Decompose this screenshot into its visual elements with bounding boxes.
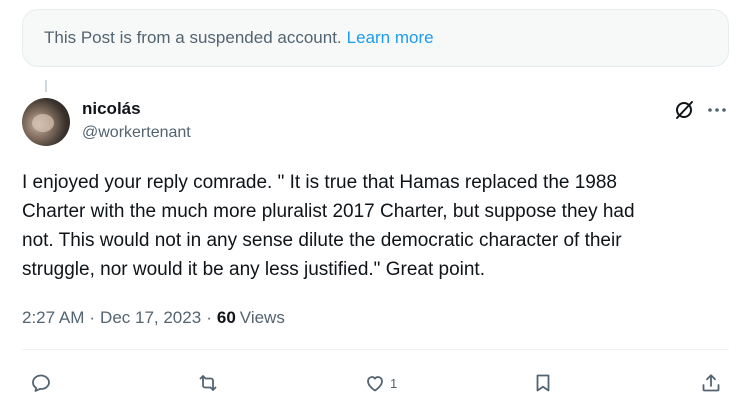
- action-bar: 1: [0, 368, 751, 398]
- bookmark-icon: [536, 374, 550, 392]
- suspended-account-notice: This Post is from a suspended account. L…: [22, 9, 729, 67]
- author-name[interactable]: nicolás: [82, 99, 141, 119]
- views-count: 60: [216, 308, 236, 327]
- more-options-icon[interactable]: [705, 98, 729, 122]
- share-button[interactable]: [699, 368, 723, 398]
- like-count: 1: [390, 375, 398, 391]
- post-meta: 2:27 AM · Dec 17, 2023 · 60 Views: [22, 308, 285, 328]
- author-handle[interactable]: @workertenant: [82, 124, 191, 142]
- like-icon: [367, 376, 383, 392]
- post-body: I enjoyed your reply comrade. " It is tr…: [22, 172, 635, 280]
- reply-icon: [32, 374, 50, 392]
- reply-button[interactable]: [29, 368, 53, 398]
- repost-button[interactable]: [196, 368, 220, 398]
- bookmark-button[interactable]: [531, 368, 555, 398]
- avatar[interactable]: [22, 98, 70, 146]
- thread-connector-line: [45, 80, 47, 92]
- notice-text: This Post is from a suspended account.: [44, 28, 342, 47]
- learn-more-link[interactable]: Learn more: [347, 28, 434, 48]
- meta-separator: ·: [89, 308, 96, 327]
- like-button[interactable]: 1: [363, 368, 397, 398]
- meta-separator: ·: [206, 308, 212, 327]
- repost-icon: [199, 375, 217, 391]
- grok-icon[interactable]: [672, 98, 696, 122]
- divider: [22, 349, 729, 350]
- post-date[interactable]: Dec 17, 2023: [100, 308, 201, 328]
- share-icon: [702, 374, 720, 392]
- post-time[interactable]: 2:27 AM: [22, 308, 84, 328]
- views-label: Views: [239, 308, 285, 327]
